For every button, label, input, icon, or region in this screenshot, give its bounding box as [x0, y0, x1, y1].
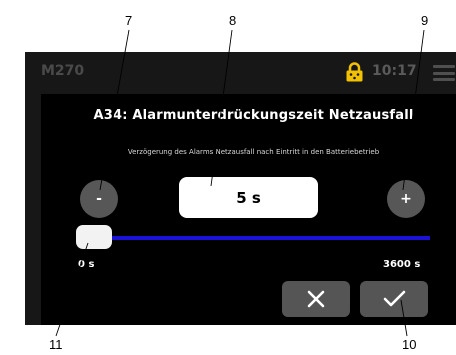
callout-label: 8 [229, 13, 237, 28]
clock-time: 10:17 [372, 63, 417, 79]
lock-icon[interactable] [345, 62, 364, 82]
menu-icon[interactable] [433, 65, 455, 81]
device-model-label: M270 [41, 63, 85, 79]
decrement-button[interactable]: - [80, 180, 118, 218]
callout-label: 10 [402, 337, 417, 352]
slider-thumb[interactable] [76, 225, 112, 249]
dialog-description: Verzögerung des Alarms Netzausfall nach … [127, 148, 380, 156]
callout-label: 11 [49, 337, 63, 352]
cancel-button[interactable] [282, 281, 350, 317]
value-display[interactable]: 5 s [179, 177, 318, 218]
close-icon [307, 290, 325, 308]
slider-max-label: 3600 s [383, 259, 421, 270]
slider-track[interactable] [99, 236, 430, 240]
slider-min-label: 0 s [78, 259, 95, 270]
increment-button[interactable]: + [387, 180, 425, 218]
callout-label: 7 [125, 13, 133, 28]
callout-label: 9 [421, 13, 429, 28]
dialog-title: A34: Alarmunterdrückungszeit Netzausfall [93, 108, 414, 123]
check-icon [383, 290, 406, 307]
confirm-button[interactable] [360, 281, 428, 317]
